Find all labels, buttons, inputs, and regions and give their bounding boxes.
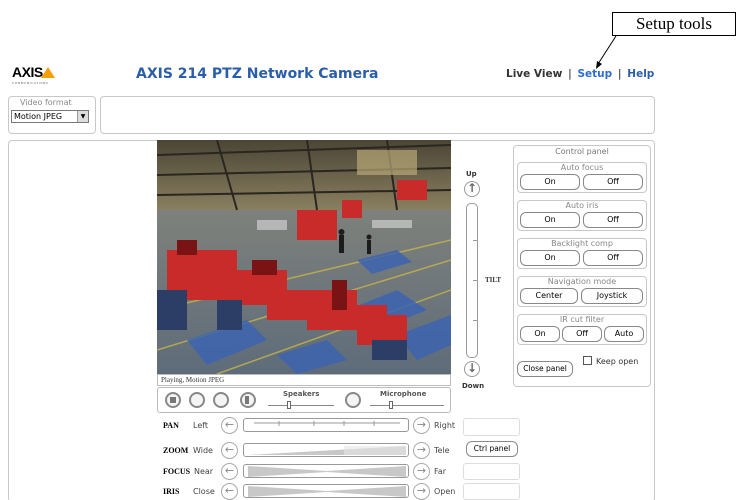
microphone-label: Microphone [380,390,427,398]
zoom-wide-label: Wide [193,446,213,455]
iris-wedge [248,486,406,497]
focus-wedge [248,466,406,477]
camera-image [157,140,451,374]
nav-separator: | [617,68,622,80]
backlight-on-button[interactable]: On [520,250,580,266]
tilt-tick [473,320,478,321]
ir-cut-on-button[interactable]: On [520,326,560,342]
tilt-tick [473,280,478,281]
setup-tools-callout: Setup tools [612,12,736,36]
format-info-box [100,96,655,134]
pan-slider-ticks [254,421,400,426]
stop-square [170,397,176,403]
focus-far-label: Far [434,467,447,476]
microphone-slider-thumb[interactable] [389,401,393,409]
tilt-down-arrow-icon[interactable]: ↓ [464,361,480,377]
pan-left-arrow-icon[interactable]: ← [221,417,238,434]
auto-iris-title: Auto iris [565,201,599,210]
tilt-label: TILT [485,276,502,284]
tilt-up-arrow-icon[interactable]: ↑ [464,181,480,197]
camera-video-view[interactable] [157,140,451,374]
ir-cut-auto-button[interactable]: Auto [604,326,644,342]
backlight-off-button[interactable]: Off [583,250,643,266]
zoom-label: ZOOM [163,446,189,455]
zoom-tele-label: Tele [434,446,450,455]
auto-iris-off-button[interactable]: Off [583,212,643,228]
ir-cut-off-button[interactable]: Off [562,326,602,342]
keep-open-label: Keep open [596,357,639,366]
video-format-value: Motion JPEG [14,112,63,121]
auto-focus-on-button[interactable]: On [520,174,580,190]
auto-focus-off-button[interactable]: Off [583,174,643,190]
chevron-down-icon[interactable]: ▼ [77,111,88,122]
nav-help[interactable]: Help [627,68,654,80]
pan-right-label: Right [434,421,456,430]
tilt-down-label: Down [462,382,485,390]
logo-triangle-icon [40,67,55,78]
speakers-slider-thumb[interactable] [287,401,291,409]
pan-left-label: Left [193,421,209,430]
navigation-joystick-button[interactable]: Joystick [581,288,643,304]
nav-live-view[interactable]: Live View [506,68,562,80]
video-status: Playing, Motion JPEG [157,374,451,386]
focus-side-box [463,463,520,480]
pan-side-box [463,418,520,436]
nav-separator: | [567,68,572,80]
focus-far-arrow-icon[interactable]: → [413,463,430,480]
logo-tagline: COMMUNICATIONS [12,81,49,85]
axis-logo: AXIS [12,64,55,80]
control-panel-title: Control panel [555,147,609,156]
speakers-label: Speakers [283,390,320,398]
video-format-label: Video format [20,98,72,107]
video-format-select[interactable]: Motion JPEG ▼ [11,110,89,123]
zoom-tele-arrow-icon[interactable]: → [413,442,430,459]
ctrl-panel-button[interactable]: Ctrl panel [466,441,518,457]
microphone-icon[interactable] [345,392,361,408]
auto-iris-on-button[interactable]: On [520,212,580,228]
top-nav: Live View | Setup | Help [506,68,654,80]
snapshot-icon[interactable] [189,392,205,408]
zoom-wide-arrow-icon[interactable]: ← [221,442,238,459]
focus-near-label: Near [194,467,214,476]
iris-close-arrow-icon[interactable]: ← [221,483,238,500]
speaker-glyph [245,396,249,404]
focus-near-arrow-icon[interactable]: ← [221,463,238,480]
iris-label: IRIS [163,487,180,496]
page-title: AXIS 214 PTZ Network Camera [136,66,379,82]
focus-label: FOCUS [163,467,191,476]
tilt-up-label: Up [466,170,477,178]
pan-right-arrow-icon[interactable]: → [413,417,430,434]
zoom-slider[interactable] [243,443,409,457]
nav-setup[interactable]: Setup [577,68,612,80]
iris-slider[interactable] [243,484,409,498]
auto-focus-title: Auto focus [560,163,604,172]
tilt-tick [473,240,478,241]
ir-cut-title: IR cut filter [559,315,605,324]
iris-close-label: Close [193,487,215,496]
iris-open-label: Open [434,487,456,496]
backlight-title: Backlight comp [551,239,613,248]
zoom-wedge [248,446,406,455]
navigation-center-button[interactable]: Center [520,288,578,304]
iris-side-box [463,483,520,500]
speakers-slider[interactable] [268,405,334,406]
record-icon[interactable] [213,392,229,408]
navigation-mode-title: Navigation mode [547,277,617,286]
pan-slider[interactable] [243,418,409,432]
pan-label: PAN [163,421,179,430]
focus-slider[interactable] [243,464,409,478]
close-panel-button[interactable]: Close panel [517,361,573,377]
microphone-slider[interactable] [370,405,444,406]
iris-open-arrow-icon[interactable]: → [413,483,430,500]
keep-open-checkbox[interactable] [583,356,592,365]
